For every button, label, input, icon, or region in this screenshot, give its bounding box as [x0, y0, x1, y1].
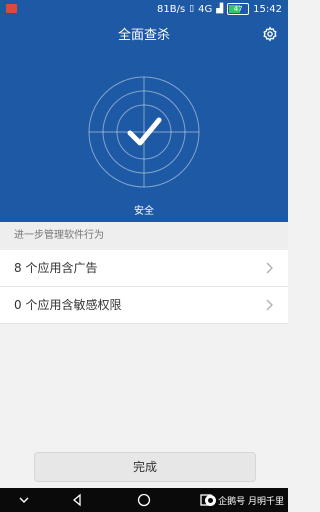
status-bar: 81B/s ▯ 4G ▟ 47 15:42 [0, 0, 288, 20]
network-type: 4G [198, 3, 213, 15]
watermark-text: 企鹅号 月明千里 [218, 497, 284, 507]
scan-radar [88, 76, 200, 188]
scan-hero: 81B/s ▯ 4G ▟ 47 15:42 全面查杀 安全 [0, 0, 288, 222]
list-item-label: 0 个应用含敏感权限 [14, 298, 122, 312]
clock: 15:42 [253, 3, 282, 15]
signal-icon: ▟ [216, 4, 224, 14]
chevron-right-icon [266, 299, 273, 311]
behavior-list: 8 个应用含广告 0 个应用含敏感权限 [0, 250, 288, 324]
list-item-label: 8 个应用含广告 [14, 261, 98, 275]
watermark: 企鹅号 月明千里 [205, 494, 284, 507]
battery-icon: 47 [227, 3, 250, 15]
chevron-right-icon [266, 262, 273, 274]
list-item-permissions[interactable]: 0 个应用含敏感权限 [0, 287, 288, 324]
gear-icon[interactable] [262, 26, 278, 42]
notification-icon [6, 4, 17, 13]
chevron-down-icon[interactable] [16, 492, 32, 508]
scan-status-label: 安全 [134, 206, 154, 217]
navigation-bar: 企鹅号 月明千里 [0, 488, 288, 512]
battery-level: 47 [233, 5, 243, 13]
back-icon[interactable] [70, 492, 86, 508]
section-title: 进一步管理软件行为 [0, 222, 288, 250]
done-button[interactable]: 完成 [34, 452, 256, 482]
watermark-logo-icon [205, 495, 217, 506]
footer: 完成 [0, 444, 288, 488]
list-item-ads[interactable]: 8 个应用含广告 [0, 250, 288, 287]
page-title: 全面查杀 [117, 28, 170, 43]
home-icon[interactable] [136, 492, 152, 508]
vibrate-icon: ▯ [189, 4, 195, 14]
network-speed: 81B/s [157, 3, 186, 15]
